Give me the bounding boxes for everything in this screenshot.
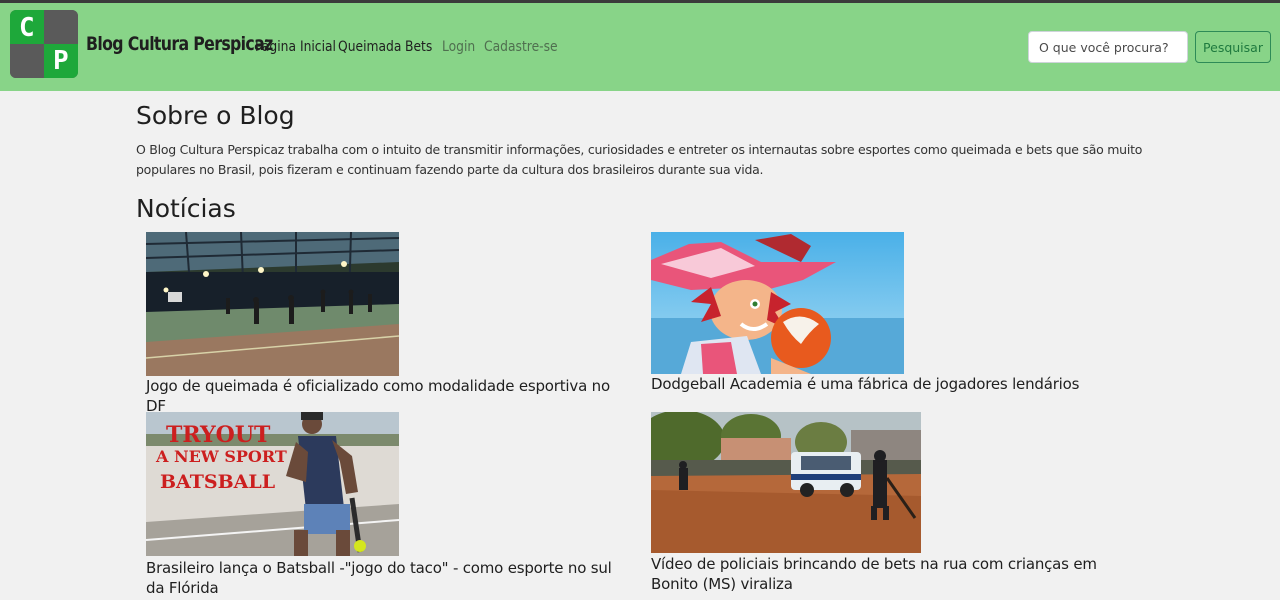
news-link[interactable]: Brasileiro lança o Batsball -"jogo do ta… — [146, 559, 612, 597]
brand-title[interactable]: Blog Cultura Perspicaz — [86, 33, 273, 55]
nav-signup[interactable]: Cadastre-se — [484, 39, 558, 55]
navbar: C P Blog Cultura Perspicaz Página Inicia… — [0, 3, 1280, 91]
about-text: O Blog Cultura Perspicaz trabalha com o … — [136, 142, 1143, 177]
batsball-text: BATSBALL — [160, 471, 275, 493]
new-sport-text: A NEW SPORT — [155, 447, 287, 466]
nav-home[interactable]: Página Inicial — [255, 39, 336, 55]
nav-queimada[interactable]: Queimada — [338, 39, 401, 55]
news-image-batsball[interactable]: TRYOUT A NEW SPORT BATSBALL — [146, 412, 399, 556]
about-title: Sobre o Blog — [136, 101, 295, 130]
tryout-text: TRYOUT — [166, 422, 271, 448]
news-title: Notícias — [136, 194, 236, 223]
news-link[interactable]: Dodgeball Academia é uma fábrica de joga… — [651, 375, 1079, 393]
nav-login[interactable]: Login — [442, 39, 475, 55]
news-image-cartoon[interactable] — [651, 232, 904, 374]
logo-letter-c: C — [19, 13, 35, 43]
news-caption[interactable]: Brasileiro lança o Batsball -"jogo do ta… — [146, 558, 616, 598]
news-caption[interactable]: Dodgeball Academia é uma fábrica de joga… — [651, 374, 1121, 394]
news-link[interactable]: Vídeo de policiais brincando de bets na … — [651, 555, 1097, 593]
news-caption[interactable]: Vídeo de policiais brincando de bets na … — [651, 554, 1121, 594]
news-image-indoor-court[interactable] — [146, 232, 399, 376]
news-image-police-bets[interactable] — [651, 412, 921, 553]
logo-letter-p: P — [53, 46, 69, 76]
nav-bets[interactable]: Bets — [405, 39, 432, 55]
news-caption[interactable]: Jogo de queimada é oficializado como mod… — [146, 376, 616, 416]
news-link[interactable]: Jogo de queimada é oficializado como mod… — [146, 377, 610, 415]
logo[interactable]: C P — [10, 10, 78, 78]
search-input[interactable] — [1028, 31, 1188, 63]
search-button[interactable]: Pesquisar — [1195, 31, 1271, 63]
